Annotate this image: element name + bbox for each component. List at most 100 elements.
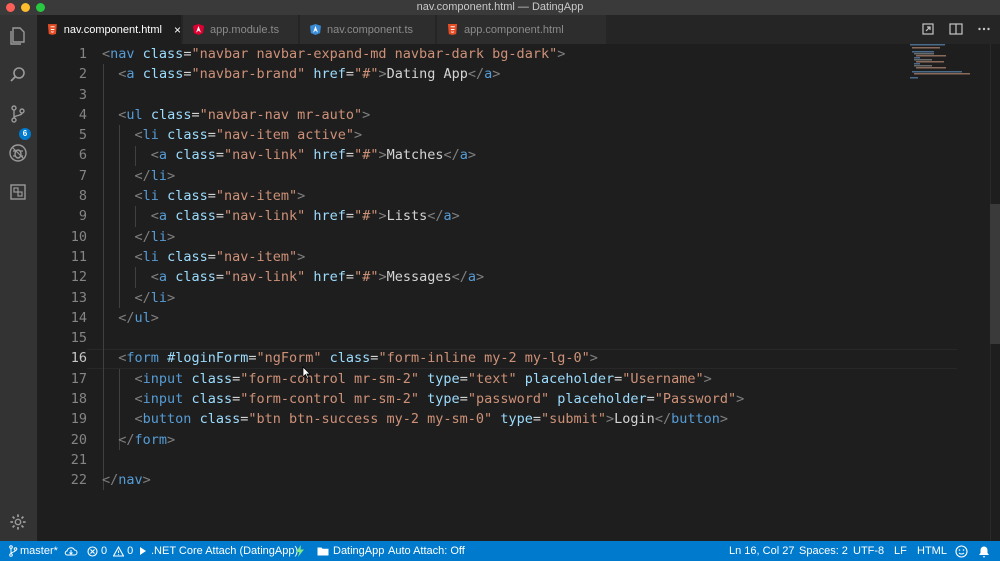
more-actions-icon[interactable] [976,21,992,37]
code-line[interactable]: <input class="form-control mr-sm-2" type… [102,369,932,389]
debug-icon[interactable] [7,142,29,164]
editor-tab-bar: nav.component.html × app.module.ts nav.c… [37,15,1000,44]
search-icon[interactable] [7,64,29,86]
split-editor-icon[interactable] [948,21,964,37]
feedback-icon[interactable] [955,544,968,558]
line-number: 5 [78,127,87,144]
code-line[interactable]: <a class="nav-link" href="#">Messages</a… [102,267,932,287]
code-line[interactable]: <a class="navbar-brand" href="#">Dating … [102,64,932,84]
line-number: 21 [70,451,87,468]
code-line[interactable]: <nav class="navbar navbar-expand-md navb… [102,44,932,64]
line-number: 11 [70,248,87,265]
gear-icon[interactable] [7,511,29,533]
line-number: 1 [78,46,87,62]
mouse-cursor-icon [302,366,311,379]
explorer-icon[interactable] [7,25,29,47]
line-number: 19 [70,411,87,428]
scrollbar-thumb[interactable] [990,204,1000,344]
code-line[interactable] [102,85,932,105]
code-line[interactable]: <li class="nav-item"> [102,186,932,206]
tab-label: app.component.html [464,23,564,36]
warning-count: 0 [127,545,134,557]
cursor-position[interactable]: Ln 16, Col 27 [729,544,794,558]
tab-app-module-ts[interactable]: app.module.ts [183,15,299,44]
error-count: 0 [101,545,108,557]
close-icon[interactable]: × [174,23,181,37]
angular-icon [310,24,321,35]
code-line[interactable]: </li> [102,227,932,247]
line-number: 18 [70,391,87,408]
line-number: 10 [70,228,87,245]
line-number: 15 [70,330,87,347]
line-number: 9 [78,208,87,225]
code-line[interactable]: <button class="btn btn-success my-2 my-s… [102,409,932,429]
language-mode[interactable]: HTML [917,544,947,558]
angular-icon [193,24,204,35]
code-line[interactable] [102,328,932,348]
scm-badge: 6 [19,128,31,140]
tab-app-component-html[interactable]: app.component.html [437,15,607,44]
html5-icon [447,24,458,35]
html5-icon [47,24,57,35]
code-line[interactable]: <form #loginForm="ngForm" class="form-in… [102,348,932,368]
code-line[interactable]: <a class="nav-link" href="#">Matches</a> [102,145,932,165]
tab-nav-component-ts[interactable]: nav.component.ts [300,15,436,44]
code-line[interactable] [102,450,932,470]
code-editor[interactable]: 1 2 3 4 5 6 7 8 9 10 11 12 13 14 15 16 1… [37,44,1000,541]
code-line[interactable]: </ul> [102,308,932,328]
line-number: 17 [70,370,87,387]
code-line[interactable]: <input class="form-control mr-sm-2" type… [102,389,932,409]
line-number: 6 [78,147,87,164]
debug-launch-config[interactable]: .NET Core Attach (DatingApp) [139,544,298,558]
line-number: 22 [70,472,87,489]
branch-name: master* [20,545,58,557]
code-line[interactable]: <a class="nav-link" href="#">Lists</a> [102,206,932,226]
status-bar: master* 0 0 .NET Core Attach (DatingApp)… [0,541,1000,561]
git-branch-icon [9,545,18,557]
folder-name: DatingApp [333,545,385,557]
code-line[interactable]: <li class="nav-item"> [102,247,932,267]
line-number: 20 [70,431,87,448]
auto-attach-toggle[interactable]: Auto Attach: Off [388,544,465,558]
line-number: 16 [70,350,87,367]
debug-config-label: .NET Core Attach (DatingApp) [151,545,299,557]
source-control-icon[interactable] [7,103,29,125]
line-number: 13 [70,289,87,306]
tab-label: nav.component.html [63,23,162,36]
open-changes-icon[interactable] [920,21,936,37]
line-number-gutter: 1 2 3 4 5 6 7 8 9 10 11 12 13 14 15 16 1… [37,44,87,491]
line-number: 3 [78,86,87,103]
code-line[interactable]: </li> [102,288,932,308]
notifications-icon[interactable] [978,544,990,558]
line-number: 14 [70,309,87,326]
branch-indicator[interactable]: master* [8,544,58,558]
warning-icon [113,545,125,557]
tab-label: nav.component.ts [327,23,414,36]
activity-bar: 6 [0,15,37,541]
line-number: 4 [78,106,87,123]
code-lines: <nav class="navbar navbar-expand-md navb… [102,44,932,491]
end-of-line[interactable]: LF [894,544,907,558]
tab-nav-component-html[interactable]: nav.component.html × [37,15,182,44]
lightning-icon[interactable] [295,544,305,558]
problems-indicator[interactable]: 0 0 [87,544,133,558]
folder-icon [317,547,329,556]
code-line[interactable]: <li class="nav-item active"> [102,125,932,145]
indentation[interactable]: Spaces: 2 [799,544,848,558]
code-line[interactable]: </nav> [102,470,932,490]
code-line[interactable]: <ul class="navbar-nav mr-auto"> [102,105,932,125]
error-icon [87,545,98,557]
line-number: 8 [78,188,87,205]
extensions-icon[interactable] [7,181,29,203]
folder-indicator[interactable]: DatingApp [317,544,384,558]
line-number: 2 [78,66,87,83]
editor-actions [920,21,992,37]
title-bar: nav.component.html — DatingApp [0,0,1000,15]
vertical-scrollbar[interactable] [990,44,1000,541]
minimap[interactable] [910,44,970,84]
encoding[interactable]: UTF-8 [853,544,884,558]
code-line[interactable]: </li> [102,166,932,186]
line-number: 12 [70,269,87,286]
sync-icon[interactable] [64,544,78,558]
code-line[interactable]: </form> [102,430,932,450]
